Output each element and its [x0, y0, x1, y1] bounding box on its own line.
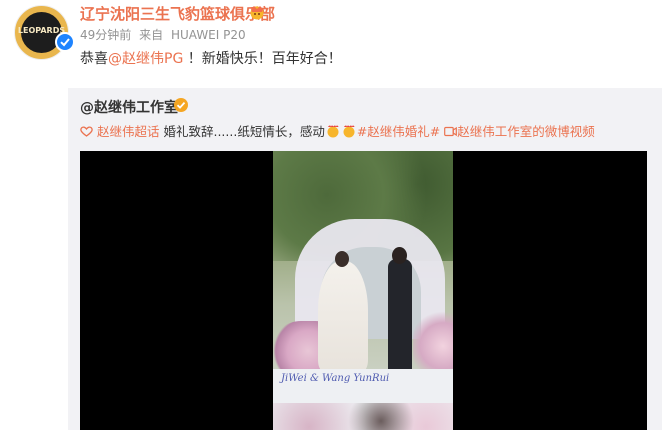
supertopic-icon [80, 124, 93, 139]
post-source-prefix: 来自 [139, 28, 164, 42]
verified-icon [55, 32, 75, 52]
author-name[interactable]: 辽宁沈阳三生飞豹篮球俱乐部 [80, 3, 275, 24]
video-player[interactable]: JiWei & Wang YunRui [80, 151, 647, 430]
post-meta: 49分钟前 来自 HUAWEI P20 [80, 26, 250, 43]
repost-author[interactable]: @赵继伟工作室 [80, 97, 178, 117]
emoji-icon [325, 124, 341, 139]
video-link-icon [444, 124, 458, 139]
emoji-icon [341, 124, 357, 139]
scene-bride-head [335, 251, 349, 267]
supertopic-link[interactable]: 赵继伟超话 [97, 124, 160, 139]
repost-text: 赵继伟超话 婚礼致辞......纸短情长，感动 #赵继伟婚礼# 赵继伟工作室的微博… [80, 121, 595, 140]
video-frame: JiWei & Wang YunRui [273, 151, 453, 430]
video-link[interactable]: 赵继伟工作室的微博视频 [457, 124, 595, 139]
post-text-after: ！新婚快乐！百年好合！ [183, 51, 342, 67]
post-source: HUAWEI P20 [170, 28, 246, 42]
repost-body: 婚礼致辞......纸短情长，感动 [159, 124, 325, 139]
verified-icon [174, 98, 188, 112]
scene-bride [318, 261, 368, 371]
scene-foreground-flowers [273, 403, 453, 430]
hashtag-link[interactable]: #赵继伟婚礼# [357, 124, 440, 139]
post-text: 恭喜@赵继伟PG ！新婚快乐！百年好合！ [80, 48, 342, 68]
post-time[interactable]: 49分钟前 [80, 28, 131, 42]
scene-groom [388, 259, 412, 371]
mention-link[interactable]: @赵继伟PG [108, 51, 183, 67]
post-text-before: 恭喜 [80, 51, 108, 67]
scene-groom-head [392, 247, 407, 264]
fan-badge-icon [248, 4, 266, 20]
stage-sign-text: JiWei & Wang YunRui [281, 373, 390, 384]
